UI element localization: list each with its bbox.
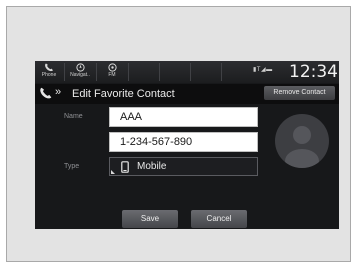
phone-number-field[interactable]: 1-234-567-890 — [109, 132, 258, 152]
fm-shortcut[interactable]: FM — [98, 62, 126, 82]
type-selector[interactable]: Mobile — [109, 157, 258, 176]
remove-contact-button[interactable]: Remove Contact — [264, 86, 335, 100]
radio-icon — [107, 63, 117, 72]
mobile-phone-icon — [121, 161, 129, 173]
status-divider — [96, 63, 97, 81]
phone-icon — [40, 87, 52, 99]
status-divider — [128, 63, 129, 81]
page-title: Edit Favorite Contact — [72, 88, 175, 100]
selector-corner-indicator — [111, 170, 115, 174]
status-divider — [64, 63, 65, 81]
clock: 12:34 — [289, 62, 338, 82]
name-label: Name — [64, 113, 83, 120]
navigation-icon — [75, 63, 85, 72]
infotainment-screen: Phone Navigat.. FM ▮T◢▬ 12:34 » Edit Fav… — [35, 61, 339, 229]
status-divider — [159, 63, 160, 81]
type-value: Mobile — [137, 161, 167, 172]
status-divider — [221, 63, 222, 81]
figure-frame: Phone Navigat.. FM ▮T◢▬ 12:34 » Edit Fav… — [6, 6, 351, 262]
fm-shortcut-label: FM — [108, 72, 116, 78]
save-button[interactable]: Save — [122, 210, 178, 228]
type-label: Type — [64, 163, 80, 170]
phone-icon — [44, 63, 53, 72]
person-icon — [285, 126, 319, 168]
navigation-shortcut-label: Navigat.. — [70, 72, 90, 78]
title-bar: » Edit Favorite Contact Remove Contact — [35, 84, 339, 104]
status-bar: Phone Navigat.. FM ▮T◢▬ 12:34 — [35, 61, 339, 83]
contact-avatar[interactable] — [275, 114, 329, 168]
navigation-shortcut[interactable]: Navigat.. — [66, 62, 94, 82]
name-field[interactable]: AAA — [109, 107, 258, 127]
cancel-button[interactable]: Cancel — [191, 210, 247, 228]
phone-shortcut-label: Phone — [41, 72, 57, 78]
signal-battery-indicator: ▮T◢▬ — [253, 67, 273, 73]
back-button[interactable]: » — [55, 86, 61, 98]
status-divider — [190, 63, 191, 81]
phone-shortcut[interactable]: Phone — [35, 62, 63, 82]
